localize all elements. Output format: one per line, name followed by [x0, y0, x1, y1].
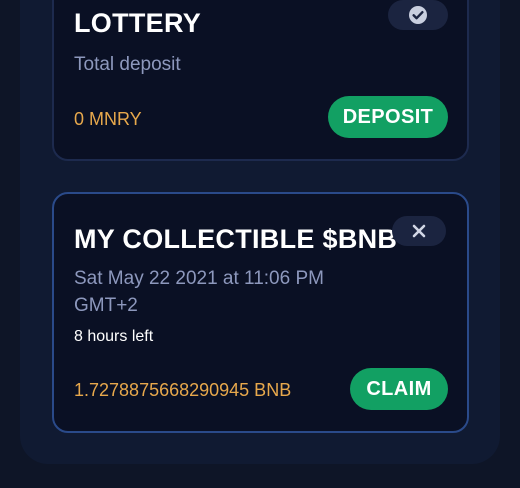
collectible-time-left: 8 hours left: [74, 328, 154, 345]
lottery-card: LOTTERY Total deposit 0 MNRY DEPOSIT: [52, 0, 469, 161]
claim-button[interactable]: CLAIM: [350, 368, 448, 410]
lottery-amount: 0 MNRY: [74, 109, 142, 129]
close-button[interactable]: [392, 216, 446, 246]
collectible-title: MY COLLECTIBLE $BNB: [74, 224, 398, 254]
collectible-amount: 1.7278875668290945 BNB: [74, 380, 292, 400]
page: LOTTERY Total deposit 0 MNRY DEPOSIT MY …: [0, 0, 520, 488]
lottery-title: LOTTERY: [74, 8, 202, 38]
close-icon: [412, 224, 426, 238]
check-badge[interactable]: [388, 0, 448, 30]
collectible-card: MY COLLECTIBLE $BNB Sat May 22 2021 at 1…: [52, 192, 469, 433]
collectible-date: Sat May 22 2021 at 11:06 PM: [74, 268, 324, 289]
collectible-timezone: GMT+2: [74, 295, 138, 316]
check-circle-icon: [408, 5, 428, 25]
lottery-subtitle: Total deposit: [74, 54, 181, 75]
deposit-button[interactable]: DEPOSIT: [328, 96, 448, 138]
